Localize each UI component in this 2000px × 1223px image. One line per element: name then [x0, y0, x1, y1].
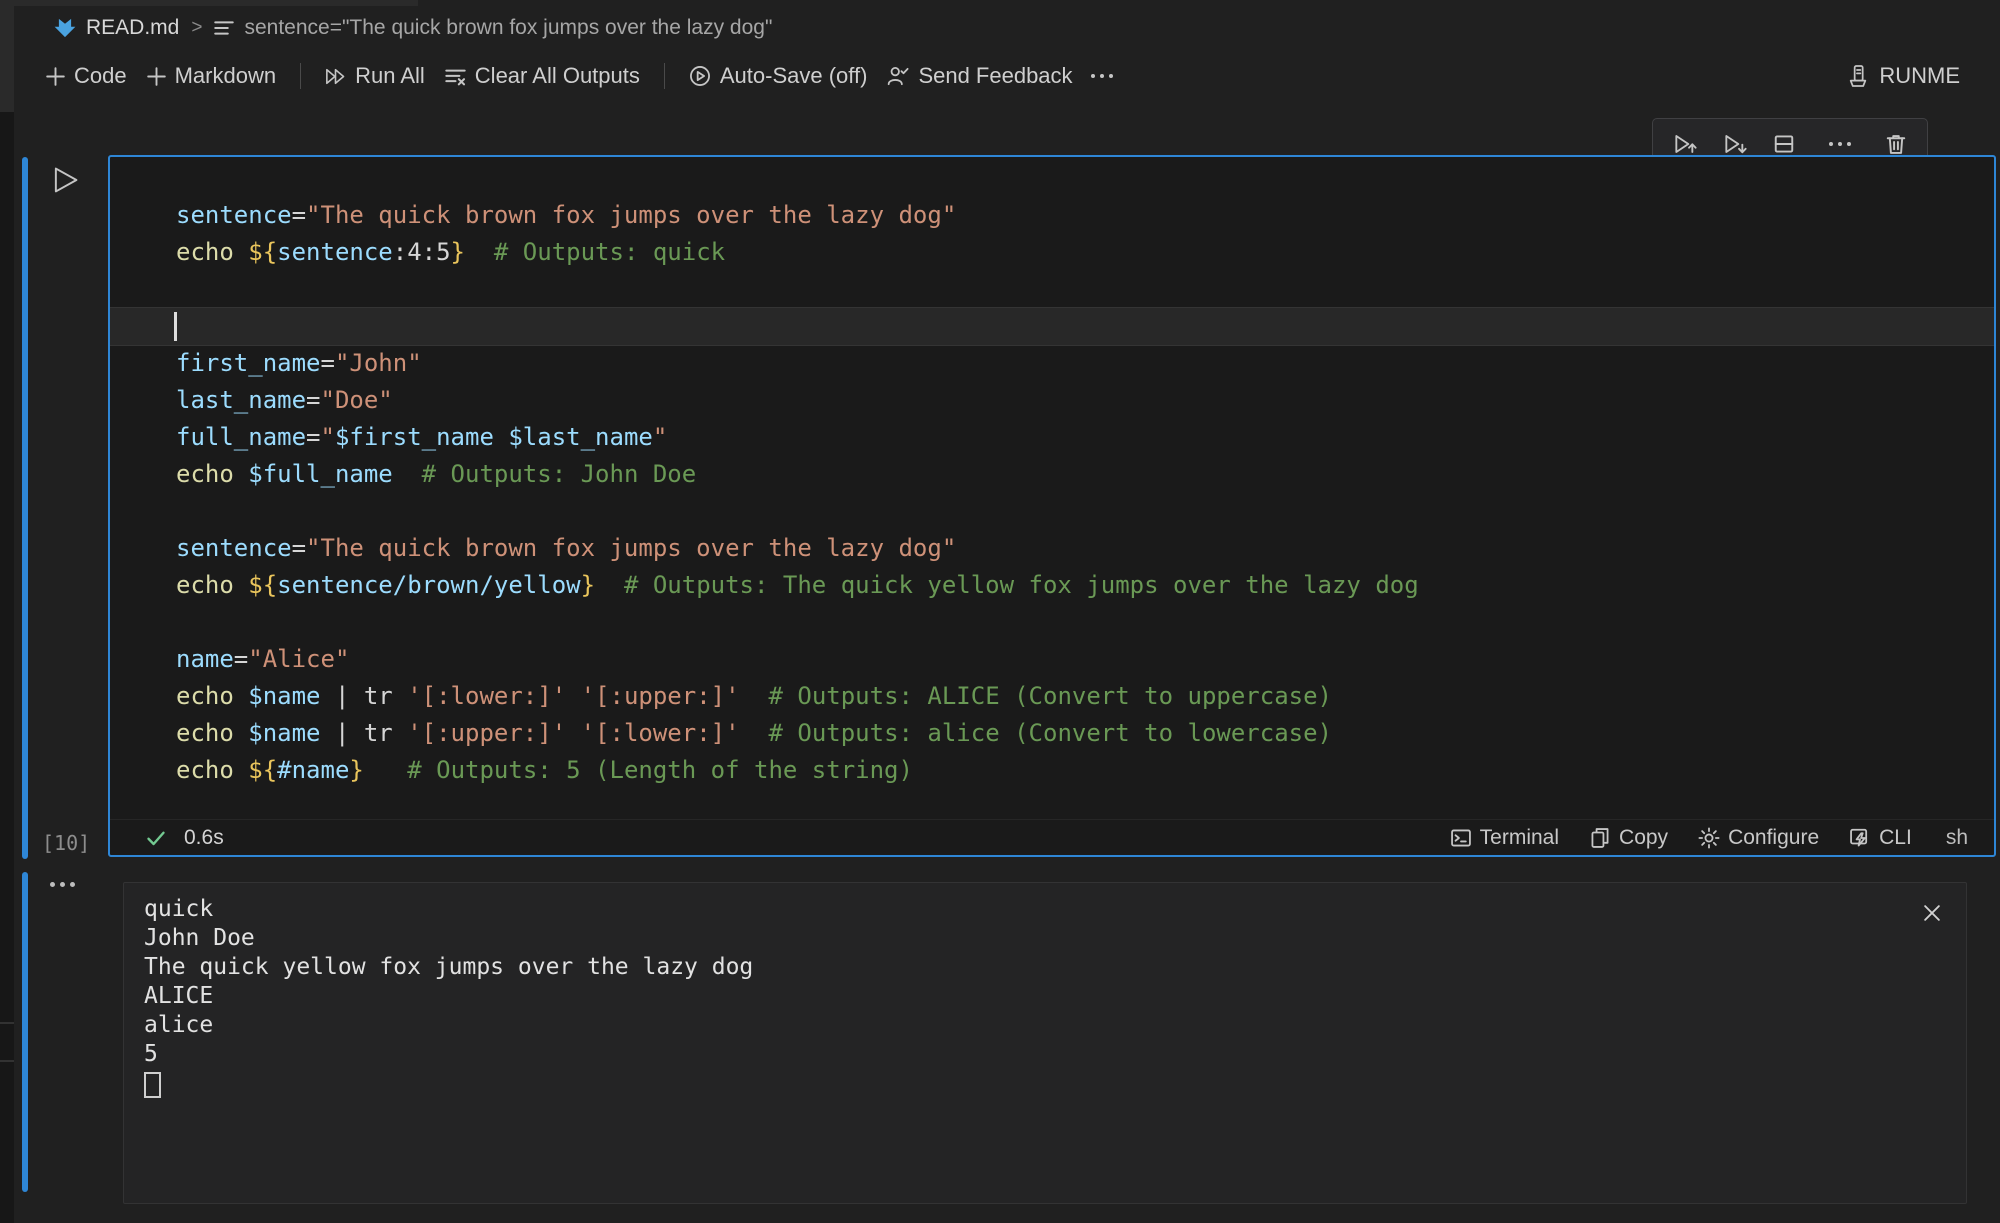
- left-edge-strip-top: [0, 0, 14, 112]
- copy-action[interactable]: Copy: [1589, 826, 1668, 850]
- code-line: full_name="$first_name $last_name": [110, 419, 1994, 456]
- output-lines: quickJohn DoeThe quick yellow fox jumps …: [124, 883, 1966, 1106]
- code-line: [110, 604, 1994, 641]
- left-edge-divider: [0, 1060, 14, 1062]
- code-line: [110, 493, 1994, 530]
- code-line: echo $name | tr '[:upper:]' '[:lower:]' …: [110, 715, 1994, 752]
- code-line: echo ${sentence:4:5} # Outputs: quick: [110, 234, 1994, 271]
- run-all-icon: [325, 66, 346, 87]
- output-collapse-button[interactable]: [44, 876, 81, 893]
- close-output-icon[interactable]: [1918, 899, 1946, 927]
- runme-arrow-icon: [54, 17, 76, 39]
- code-line: sentence="The quick brown fox jumps over…: [110, 530, 1994, 567]
- configure-action[interactable]: Configure: [1698, 826, 1819, 850]
- copy-icon: [1589, 827, 1611, 849]
- code-line: first_name="John": [110, 345, 1994, 382]
- send-feedback-button[interactable]: Send Feedback: [877, 58, 1082, 94]
- split-cell-button[interactable]: [1773, 133, 1795, 155]
- clear-all-outputs-label: Clear All Outputs: [475, 63, 640, 89]
- cli-action[interactable]: CLI: [1849, 826, 1912, 850]
- cli-label: CLI: [1879, 826, 1912, 850]
- run-all-button[interactable]: Run All: [315, 58, 435, 94]
- runme-label: RUNME: [1879, 63, 1960, 89]
- cell-output: quickJohn DoeThe quick yellow fox jumps …: [123, 882, 1967, 1204]
- plus-icon: [46, 67, 65, 86]
- toolbar-divider: [300, 63, 301, 89]
- code-line: sentence="The quick brown fox jumps over…: [110, 197, 1994, 234]
- breadcrumb-file[interactable]: READ.md: [86, 16, 179, 40]
- copy-label: Copy: [1619, 826, 1668, 850]
- notebook-window: READ.md > sentence="The quick brown fox …: [0, 0, 2000, 1223]
- cell-status-bar: 0.6s Terminal Copy Configure CLI: [110, 819, 1994, 855]
- add-code-button[interactable]: Code: [36, 58, 137, 94]
- output-focus-bar: [22, 872, 28, 1192]
- configure-label: Configure: [1728, 826, 1819, 850]
- breadcrumb-cell-label[interactable]: sentence="The quick brown fox jumps over…: [244, 16, 772, 40]
- clear-all-outputs-button[interactable]: Clear All Outputs: [435, 58, 650, 94]
- list-selection-icon: [214, 18, 234, 38]
- send-feedback-icon: [887, 65, 909, 87]
- terminal-icon: [1450, 827, 1472, 849]
- output-line: quick: [144, 895, 1906, 924]
- code-editor[interactable]: sentence="The quick brown fox jumps over…: [110, 157, 1994, 819]
- cell-focus-bar: [22, 157, 28, 859]
- breadcrumb-separator: >: [189, 17, 204, 39]
- left-edge-strip: [0, 0, 14, 1223]
- more-actions-button[interactable]: [1083, 74, 1121, 78]
- terminal-label: Terminal: [1480, 826, 1559, 850]
- code-line: echo ${sentence/brown/yellow} # Outputs:…: [110, 567, 1994, 604]
- auto-save-button[interactable]: Auto-Save (off): [679, 58, 878, 94]
- cell-more-actions-button[interactable]: [1821, 142, 1859, 146]
- code-line: name="Alice": [110, 641, 1994, 678]
- cli-icon: [1849, 827, 1871, 849]
- send-feedback-label: Send Feedback: [918, 63, 1072, 89]
- code-lines: sentence="The quick brown fox jumps over…: [110, 197, 1994, 789]
- add-markdown-label: Markdown: [175, 63, 276, 89]
- code-line: [110, 308, 1994, 345]
- output-line: [144, 1069, 1906, 1106]
- output-line: The quick yellow fox jumps over the lazy…: [144, 953, 1906, 982]
- toolbar-divider: [664, 63, 665, 89]
- auto-save-icon: [689, 65, 711, 87]
- success-check-icon: [144, 826, 168, 850]
- plus-icon: [147, 67, 166, 86]
- add-markdown-button[interactable]: Markdown: [137, 58, 286, 94]
- runme-button[interactable]: RUNME: [1836, 58, 1970, 94]
- execute-cell-and-below-button[interactable]: [1723, 132, 1747, 156]
- clear-all-outputs-icon: [445, 66, 466, 87]
- left-edge-divider: [0, 1022, 14, 1024]
- run-all-label: Run All: [355, 63, 425, 89]
- code-line: [110, 271, 1994, 308]
- execute-above-cells-button[interactable]: [1673, 132, 1697, 156]
- output-line: ALICE: [144, 982, 1906, 1011]
- terminal-cursor: [144, 1072, 161, 1098]
- code-line: echo $full_name # Outputs: John Doe: [110, 456, 1994, 493]
- add-code-label: Code: [74, 63, 127, 89]
- terminal-action[interactable]: Terminal: [1450, 826, 1559, 850]
- execution-duration: 0.6s: [184, 826, 224, 850]
- code-line: echo $name | tr '[:lower:]' '[:upper:]' …: [110, 678, 1994, 715]
- code-cell: sentence="The quick brown fox jumps over…: [108, 155, 1996, 857]
- code-line: echo ${#name} # Outputs: 5 (Length of th…: [110, 752, 1994, 789]
- code-line: last_name="Doe": [110, 382, 1994, 419]
- output-line: 5: [144, 1040, 1906, 1069]
- gear-icon: [1698, 827, 1720, 849]
- output-line: John Doe: [144, 924, 1906, 953]
- cell-language[interactable]: sh: [1946, 826, 1968, 850]
- output-line: alice: [144, 1011, 1906, 1040]
- execution-count: [10]: [42, 831, 90, 855]
- auto-save-label: Auto-Save (off): [720, 63, 868, 89]
- text-cursor: [174, 312, 177, 341]
- delete-cell-button[interactable]: [1885, 133, 1907, 155]
- runme-logo-icon: [1846, 64, 1870, 88]
- breadcrumb: READ.md > sentence="The quick brown fox …: [14, 6, 2000, 50]
- notebook-toolbar: Code Markdown Run All Clear All Outputs …: [14, 50, 2000, 102]
- run-cell-button[interactable]: [50, 164, 80, 196]
